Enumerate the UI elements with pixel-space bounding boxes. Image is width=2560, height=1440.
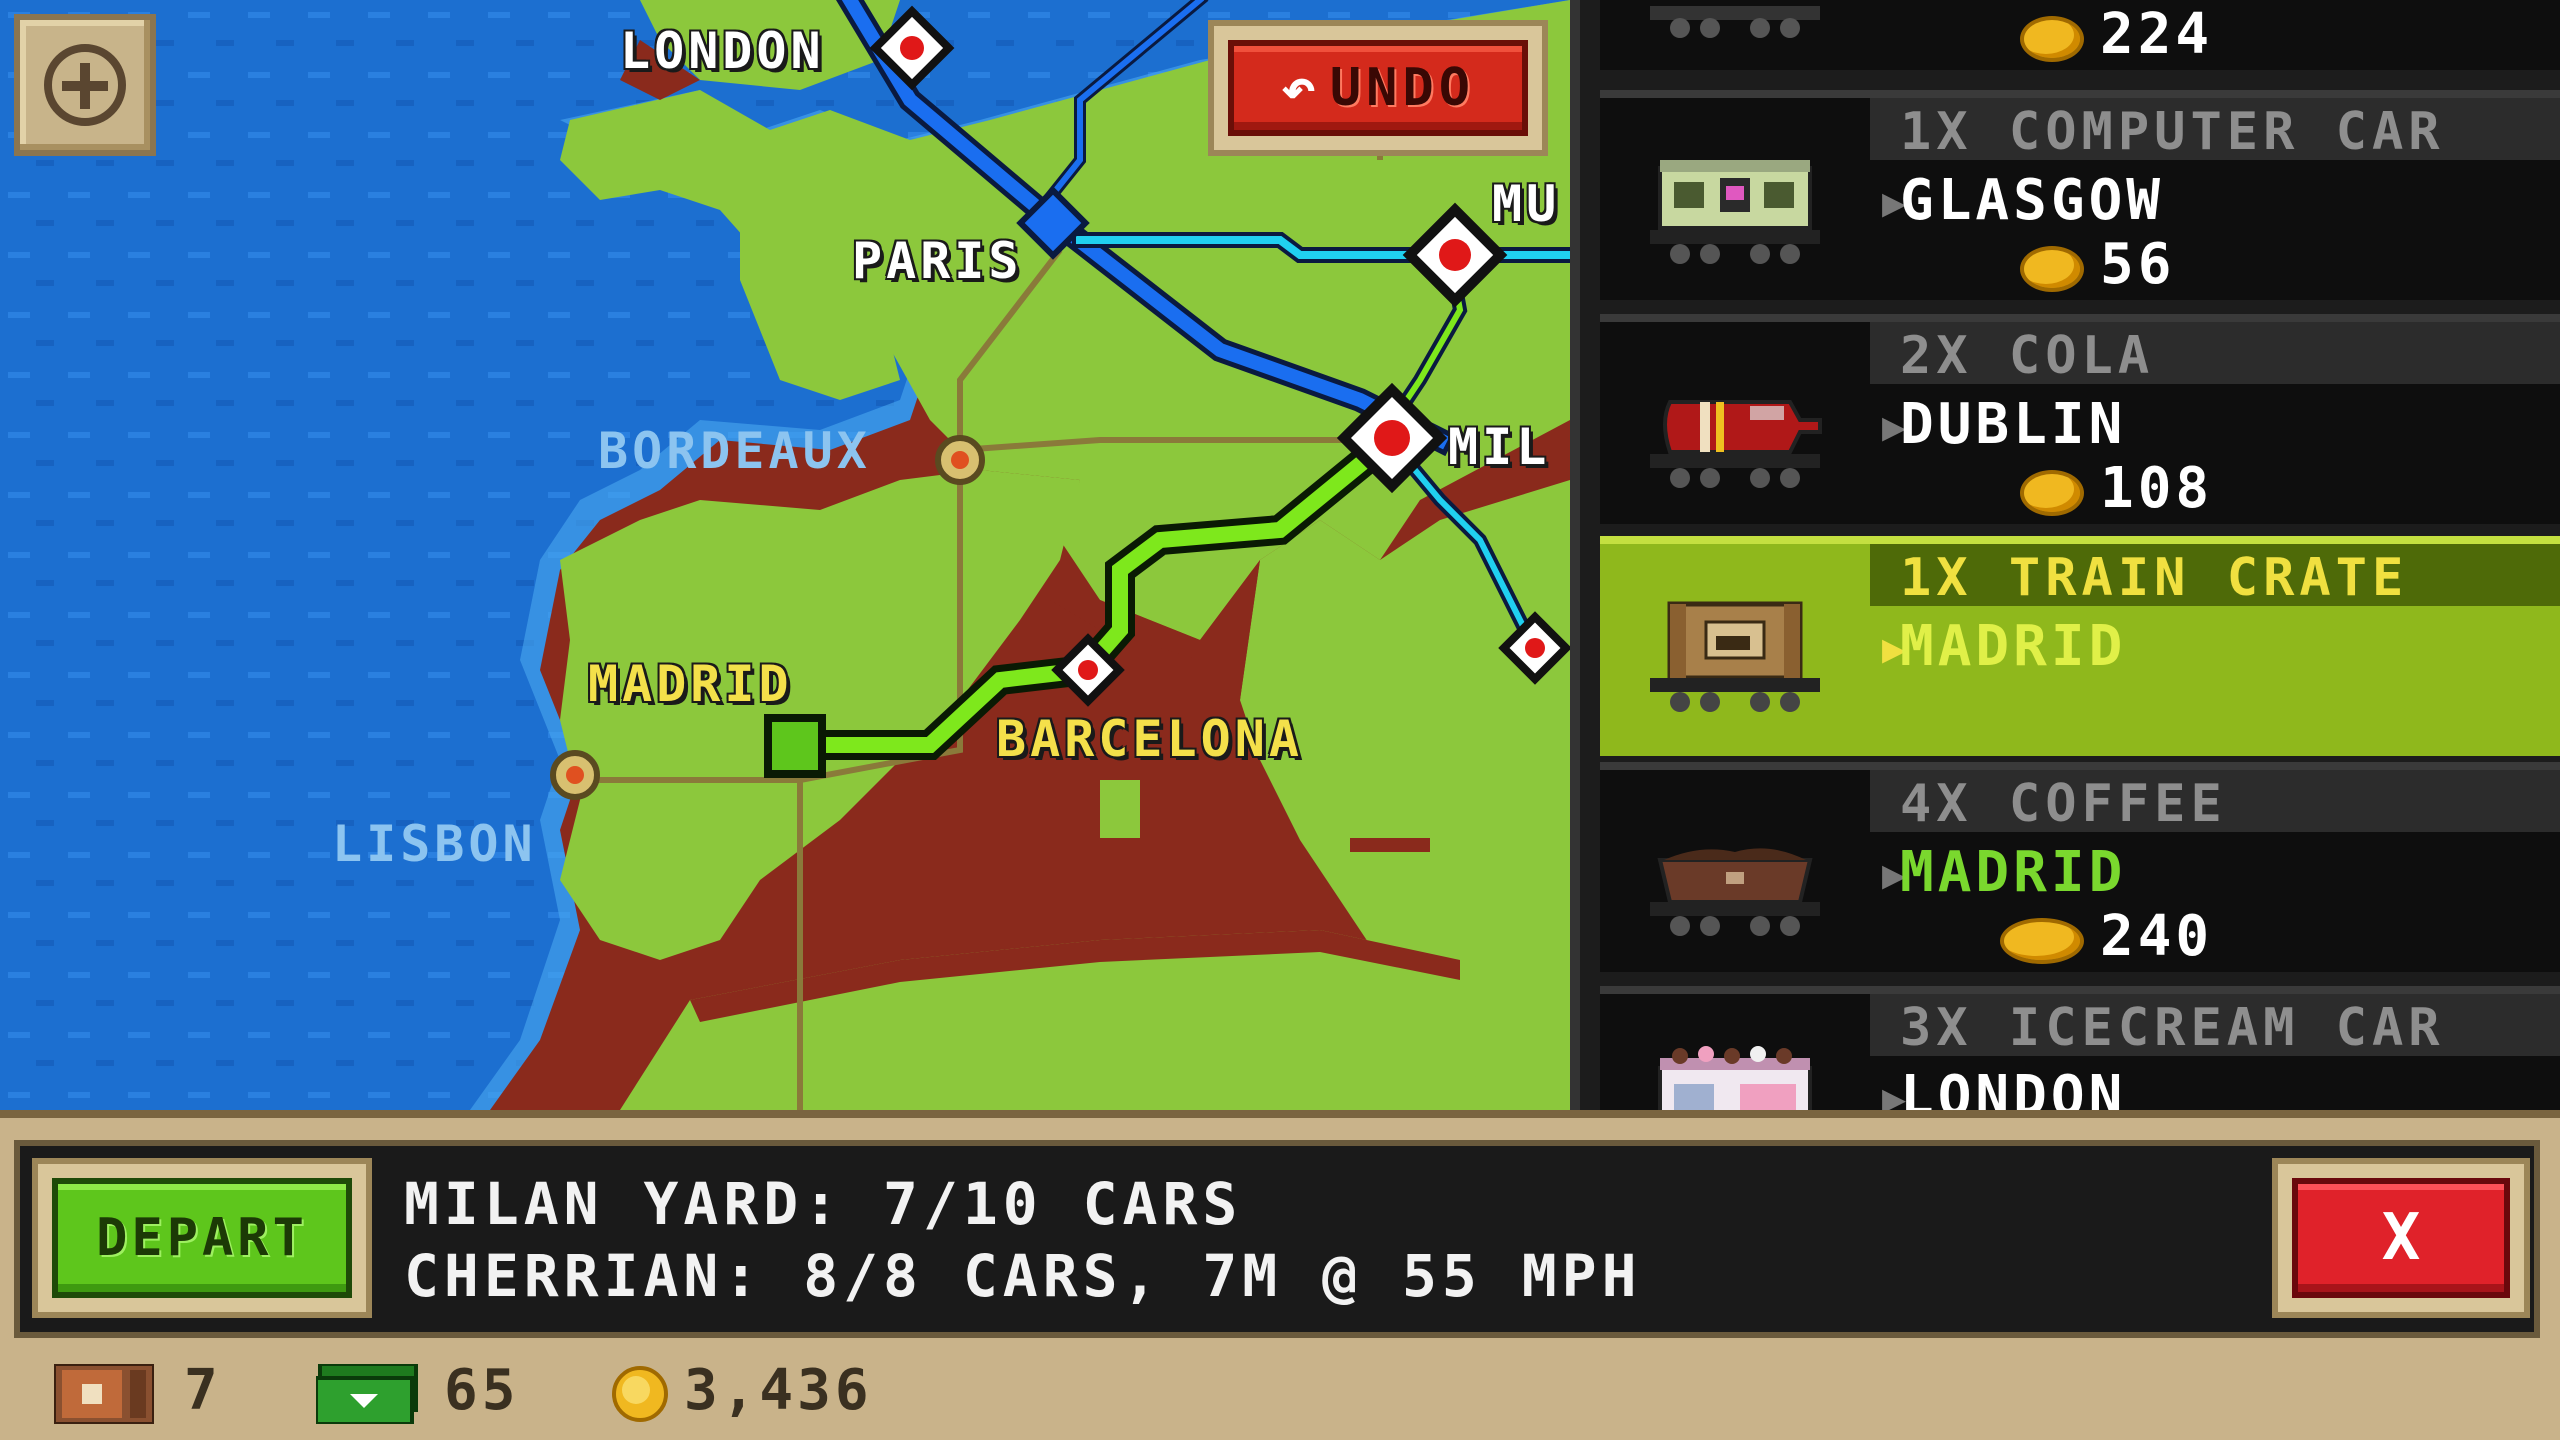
cargo-destination: MADRID <box>1900 614 2127 679</box>
cargo-destination: GLASGOW <box>1900 168 2165 233</box>
cargo-item[interactable]: 3X ICECREAM CAR ▶ LONDON <box>1600 986 2560 1110</box>
train-crate-icon <box>1650 601 1820 712</box>
cargo-item-selected[interactable]: 1X TRAIN CRATE ▶ MADRID <box>1600 536 2560 756</box>
cargo-destination: LONDON <box>1900 1064 2127 1110</box>
city-label-bordeaux: BORDEAUX <box>598 422 871 480</box>
city-label-london: LONDON <box>620 22 825 80</box>
city-label-munich: MU <box>1492 175 1561 233</box>
crate-icon <box>54 1364 154 1424</box>
close-button[interactable]: X <box>2272 1158 2530 1318</box>
depart-label: DEPART <box>52 1178 352 1298</box>
coffee-car-icon <box>1650 848 1820 936</box>
cargo-item[interactable]: 224 <box>1600 0 2560 70</box>
cola-car-icon <box>1650 400 1822 488</box>
bottom-bar: DEPART MILAN YARD: 7/10 CARS CHERRIAN: 8… <box>0 1110 2560 1440</box>
cargo-quantity: 1X COMPUTER CAR <box>1900 102 2445 162</box>
cargo-destination: DUBLIN <box>1900 392 2127 457</box>
city-label-barcelona: BARCELONA <box>996 710 1303 768</box>
cash-icon <box>316 1364 418 1424</box>
icecream-car-icon <box>1658 1046 1812 1110</box>
cargo-reward: 56 <box>2100 232 2176 297</box>
city-label-paris: PARIS <box>852 232 1023 290</box>
close-icon: X <box>2292 1178 2510 1298</box>
coin-count: 3,436 <box>684 1358 873 1423</box>
city-label-milan: MIL <box>1448 418 1551 476</box>
coin-icon <box>2020 470 2084 516</box>
depart-button[interactable]: DEPART <box>32 1158 372 1318</box>
undo-arrow-icon: ↶ <box>1280 54 1316 122</box>
car-icon <box>1650 6 1820 38</box>
coin-stack-icon <box>2000 918 2084 964</box>
city-label-lisbon: LISBON <box>332 815 537 873</box>
train-status: CHERRIAN: 8/8 CARS, 7M @ 55 MPH <box>404 1242 1642 1310</box>
cargo-reward: 224 <box>2100 2 2214 67</box>
cargo-destination: MADRID <box>1900 840 2127 905</box>
coin-icon <box>612 1366 668 1422</box>
yard-status: MILAN YARD: 7/10 CARS <box>404 1170 1243 1238</box>
cargo-quantity: 2X COLA <box>1900 326 2155 386</box>
cargo-list[interactable]: 224 1X COMPUTER CAR ▶ GLASGOW 56 2X COLA… <box>1570 0 2560 1110</box>
cargo-item[interactable]: 4X COFFEE ▶ MADRID 240 <box>1600 762 2560 972</box>
cargo-quantity: 3X ICECREAM CAR <box>1900 998 2445 1058</box>
crate-count: 7 <box>184 1358 222 1423</box>
zoom-in-button[interactable] <box>14 14 156 156</box>
cash-count: 65 <box>444 1358 520 1423</box>
cargo-reward: 240 <box>2100 904 2214 969</box>
undo-button[interactable]: ↶ UNDO <box>1208 20 1548 156</box>
cargo-quantity: 4X COFFEE <box>1900 774 2227 834</box>
computer-car-icon <box>1650 160 1820 264</box>
map-view[interactable]: LONDON PARIS MU MIL BORDEAUX MADRID BARC… <box>0 0 1570 1110</box>
coin-icon <box>2020 246 2084 292</box>
coin-icon <box>2020 16 2084 62</box>
map-terrain <box>0 0 1570 1110</box>
undo-label: UNDO <box>1329 58 1476 118</box>
cargo-item[interactable]: 1X COMPUTER CAR ▶ GLASGOW 56 <box>1600 90 2560 300</box>
cargo-reward: 108 <box>2100 456 2214 521</box>
cargo-quantity: 1X TRAIN CRATE <box>1900 548 2409 608</box>
city-label-madrid: MADRID <box>588 655 793 713</box>
cargo-item[interactable]: 2X COLA ▶ DUBLIN 108 <box>1600 314 2560 524</box>
resource-bar: 7 65 3,436 <box>0 1350 2560 1440</box>
